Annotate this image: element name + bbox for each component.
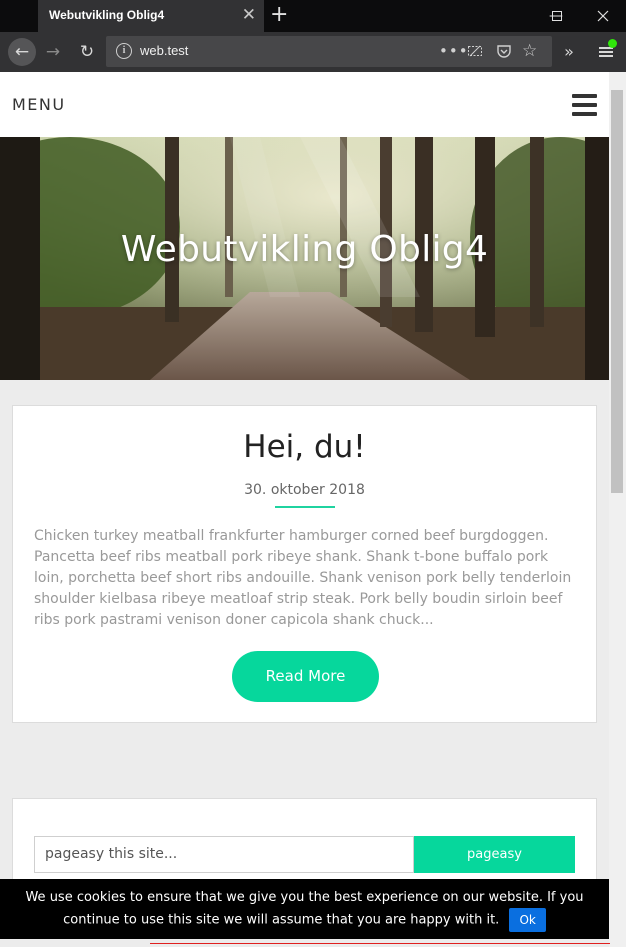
- cookie-message: We use cookies to ensure that we give yo…: [25, 890, 584, 928]
- post-title[interactable]: Hei, du!: [13, 429, 596, 465]
- menu-label[interactable]: MENU: [12, 95, 66, 114]
- post-date: 30. oktober 2018: [244, 482, 365, 498]
- browser-toolbar: ← → ↻ i web.test ••• ☆ »: [0, 32, 626, 72]
- screenshot-icon[interactable]: [467, 41, 483, 64]
- hamburger-menu-icon[interactable]: [572, 94, 597, 116]
- new-tab-plus-icon[interactable]: +: [270, 3, 288, 27]
- cookie-banner: We use cookies to ensure that we give yo…: [0, 879, 609, 939]
- read-more-button[interactable]: Read More: [232, 651, 379, 702]
- title-divider: [275, 506, 335, 508]
- bookmark-star-icon[interactable]: ☆: [522, 41, 537, 61]
- browser-menu-hamburger-icon[interactable]: [597, 39, 617, 63]
- pocket-icon[interactable]: [496, 41, 512, 64]
- page-actions-dots-icon[interactable]: •••: [439, 41, 469, 61]
- url-text[interactable]: web.test: [140, 43, 188, 58]
- address-bar[interactable]: i web.test ••• ☆: [106, 36, 552, 67]
- site-header: MENU: [0, 72, 609, 137]
- hero-banner: Webutvikling Oblig4: [0, 137, 609, 380]
- page-viewport: MENU Webutvikling Oblig4 Hei, du! 30. ok…: [0, 72, 609, 947]
- bottom-edge: [0, 939, 610, 947]
- post-excerpt: Chicken turkey meatball frankfurter hamb…: [34, 528, 572, 628]
- search-button[interactable]: pageasy: [414, 836, 575, 873]
- active-tab[interactable]: Webutvikling Oblig4 ✕: [38, 0, 264, 32]
- maximize-button[interactable]: [534, 0, 580, 32]
- search-input[interactable]: pageasy this site...: [34, 836, 414, 873]
- tab-title: Webutvikling Oblig4: [49, 8, 165, 22]
- reload-icon[interactable]: ↻: [76, 41, 98, 63]
- forward-arrow-icon[interactable]: →: [42, 41, 64, 63]
- info-icon[interactable]: i: [116, 43, 132, 59]
- window-close-button[interactable]: [580, 0, 626, 32]
- close-icon: [597, 10, 609, 22]
- page-scrollbar[interactable]: [609, 72, 626, 947]
- update-indicator-icon: [608, 39, 617, 48]
- cookie-ok-button[interactable]: Ok: [509, 908, 546, 932]
- close-tab-icon[interactable]: ✕: [242, 4, 256, 26]
- post-card: Hei, du! 30. oktober 2018 Chicken turkey…: [12, 405, 597, 723]
- tab-strip: Webutvikling Oblig4 ✕ + —: [0, 0, 626, 32]
- maximize-icon: [552, 11, 562, 21]
- overflow-chevrons-icon[interactable]: »: [558, 41, 580, 63]
- back-arrow-icon[interactable]: ←: [8, 38, 36, 66]
- hero-title: Webutvikling Oblig4: [120, 229, 489, 270]
- scrollbar-thumb[interactable]: [611, 90, 623, 493]
